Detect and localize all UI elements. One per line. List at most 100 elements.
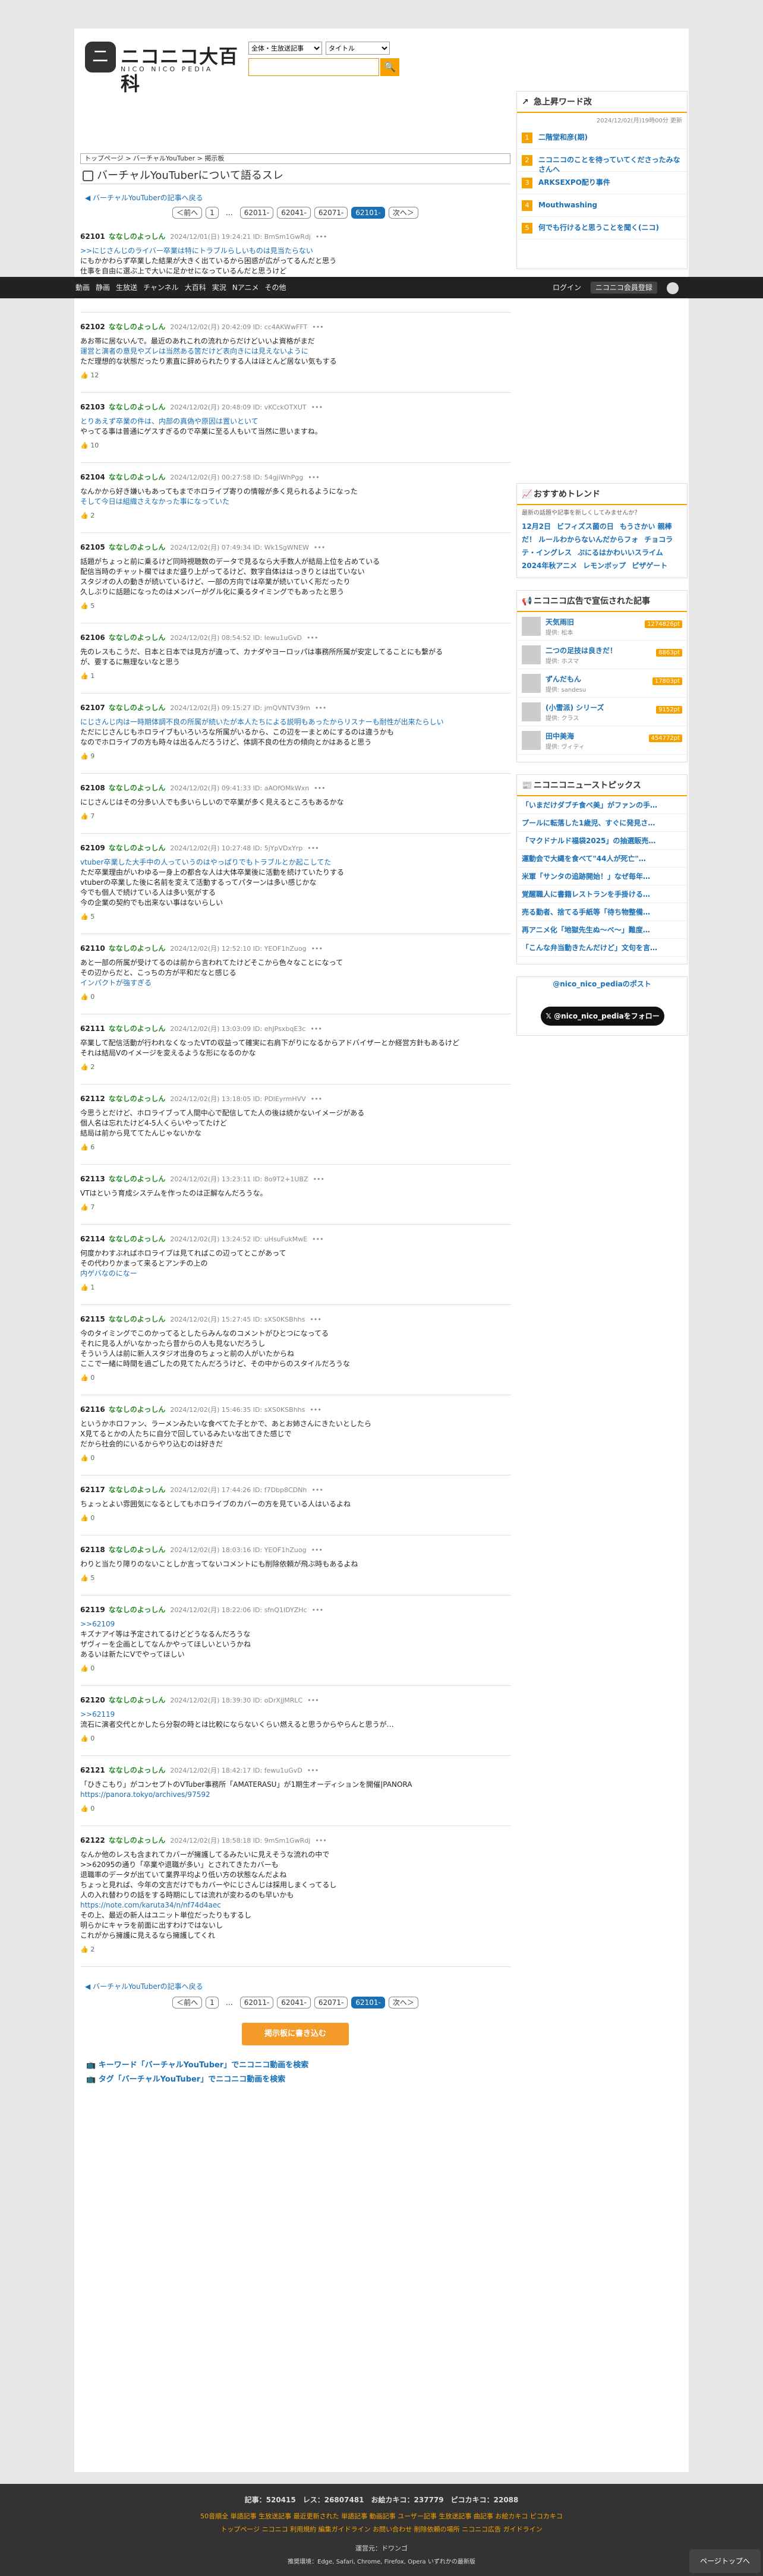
news-item[interactable]: プールに転落した1歳児、すぐに発見さ… <box>517 814 687 832</box>
trend-item[interactable]: レモンボップ <box>583 562 626 570</box>
like-icon[interactable]: 👍 <box>80 1063 90 1071</box>
nav-item[interactable]: その他 <box>264 283 286 292</box>
ad-title[interactable]: 田中美海 <box>546 731 574 741</box>
pager-prev[interactable]: ＜前へ <box>172 207 203 219</box>
pager-next[interactable]: 次へ＞ <box>388 207 418 219</box>
like-icon[interactable]: 👍 <box>80 752 90 760</box>
pager-62041[interactable]: 62041- <box>277 207 311 219</box>
pager-next[interactable]: 次へ＞ <box>388 1997 418 2009</box>
post-menu-icon[interactable]: ••• <box>310 1406 321 1414</box>
post-number[interactable]: 62119 <box>80 1606 105 1614</box>
rank-title[interactable]: Mouthwashing <box>538 200 681 210</box>
post-link[interactable]: 内ゲバなのになー <box>80 1269 510 1279</box>
post-link[interactable]: にじさんじ内は一時期体調不良の所属が続いたが本人たちによる説明もあったからリスナ… <box>80 717 510 727</box>
like-icon[interactable]: 👍 <box>80 1203 90 1211</box>
post-link[interactable]: 運営と演者の意見やズレは当然ある筈だけど表向きには見えないように <box>80 346 510 357</box>
like-icon[interactable]: 👍 <box>80 672 90 680</box>
post-number[interactable]: 62120 <box>80 1696 105 1704</box>
post-like[interactable]: 👍 6 <box>80 1143 510 1151</box>
post-menu-icon[interactable]: ••• <box>315 1837 326 1844</box>
like-icon[interactable]: 👍 <box>80 1454 90 1462</box>
post-number[interactable]: 62112 <box>80 1095 105 1103</box>
post-like[interactable]: 👍 1 <box>80 1284 510 1291</box>
x-title[interactable]: @nico_nico_pediaのポスト <box>517 977 687 991</box>
ad-title[interactable]: (小雪派) シリーズ <box>546 702 604 712</box>
post-like[interactable]: 👍 9 <box>80 752 510 760</box>
rank-item[interactable]: 4 Mouthwashing <box>517 194 687 217</box>
pager-1[interactable]: 1 <box>206 1997 219 2009</box>
nav-item[interactable]: 大百科 <box>185 283 206 292</box>
news-item[interactable]: 運動会で大縄を食べて"44人が死亡"… <box>517 850 687 868</box>
search-link[interactable]: 📺 キーワード「バーチャルYouTuber」でニコニコ動画を検索 <box>86 2058 308 2073</box>
post-like[interactable]: 👍 7 <box>80 812 510 820</box>
search-link-text[interactable]: キーワード「バーチャルYouTuber」でニコニコ動画を検索 <box>99 2061 309 2070</box>
like-icon[interactable]: 👍 <box>80 1574 90 1582</box>
trend-item[interactable]: 12月2日 <box>522 522 551 531</box>
nav-item[interactable]: チャンネル <box>143 283 179 292</box>
like-icon[interactable]: 👍 <box>80 1664 90 1672</box>
post-like[interactable]: 👍 5 <box>80 1574 510 1582</box>
post-number[interactable]: 62102 <box>80 323 105 331</box>
post-menu-icon[interactable]: ••• <box>308 474 319 481</box>
post-like[interactable]: 👍 10 <box>80 442 510 449</box>
post-number[interactable]: 62110 <box>80 944 105 953</box>
post-number[interactable]: 62108 <box>80 784 105 792</box>
like-icon[interactable]: 👍 <box>80 1284 90 1291</box>
post-link[interactable]: vtuber卒業した大手中の人っていうのはやっぱりでもトラブルとか起こしてた <box>80 857 510 868</box>
post-number[interactable]: 62122 <box>80 1836 105 1844</box>
post-link[interactable]: とりあえず卒業の件は、内部の真偽や原因は置いといて <box>80 417 510 427</box>
post-menu-icon[interactable]: ••• <box>311 1546 323 1554</box>
news-item[interactable]: 「マクドナルド福袋2025」の抽選販売… <box>517 832 687 850</box>
news-item[interactable]: 売る勤者、捨てる手紙等「待ち物整備… <box>517 903 687 921</box>
news-item[interactable]: 「いまだけダブチ食べ美」がファンの手… <box>517 796 687 814</box>
like-icon[interactable]: 👍 <box>80 913 90 920</box>
breadcrumb[interactable]: トップページ > バーチャルYouTuber > 掲示板 <box>80 153 510 164</box>
ad-title[interactable]: 天気雨旧 <box>546 617 574 627</box>
post-like[interactable]: 👍 1 <box>80 672 510 680</box>
news-item[interactable]: 「こんな弁当動きたんだけど」文句を言… <box>517 939 687 957</box>
post-number[interactable]: 62118 <box>80 1546 105 1554</box>
like-icon[interactable]: 👍 <box>80 1143 90 1151</box>
post-menu-icon[interactable]: ••• <box>307 1697 319 1704</box>
post-like[interactable]: 👍 0 <box>80 993 510 1001</box>
search-scope-select[interactable]: 全体・生放送記事 <box>248 42 322 55</box>
like-icon[interactable]: 👍 <box>80 993 90 1001</box>
pager-1[interactable]: 1 <box>206 207 219 219</box>
pager-62071[interactable]: 62071- <box>314 207 348 219</box>
pager-62071[interactable]: 62071- <box>314 1997 348 2009</box>
post-like[interactable]: 👍 5 <box>80 602 510 610</box>
ad-item[interactable]: ずんだもん 提供: sandesu 17803pt <box>517 669 687 698</box>
pager-62011[interactable]: 62011- <box>239 207 274 219</box>
post-menu-icon[interactable]: ••• <box>311 403 323 411</box>
like-icon[interactable]: 👍 <box>80 1514 90 1522</box>
search-mode-select[interactable]: タイトル <box>326 42 390 55</box>
pager-62011[interactable]: 62011- <box>239 1997 274 2009</box>
post-menu-icon[interactable]: ••• <box>311 1486 323 1494</box>
post-like[interactable]: 👍 7 <box>80 1203 510 1211</box>
page-top-button[interactable]: ページトップへ <box>689 2549 761 2573</box>
like-icon[interactable]: 👍 <box>80 1805 90 1812</box>
back-to-article-link[interactable]: ◀ バーチャルYouTuberの記事へ戻る <box>85 193 203 203</box>
rank-item[interactable]: 3 ARKSEXPO配り事件 <box>517 172 687 194</box>
post-like[interactable]: 👍 2 <box>80 512 510 519</box>
post-menu-icon[interactable]: ••• <box>314 784 325 792</box>
like-icon[interactable]: 👍 <box>80 1946 90 1953</box>
post-number[interactable]: 62107 <box>80 704 105 712</box>
rank-title[interactable]: 二階堂和彦(期) <box>538 133 681 142</box>
post-number[interactable]: 62113 <box>80 1175 105 1183</box>
post-like[interactable]: 👍 0 <box>80 1374 510 1382</box>
post-number[interactable]: 62114 <box>80 1235 105 1243</box>
post-link[interactable]: https://panora.tokyo/archives/97592 <box>80 1790 510 1800</box>
post-like[interactable]: 👍 0 <box>80 1664 510 1672</box>
post-number[interactable]: 62103 <box>80 403 105 411</box>
nav-item[interactable]: 実況 <box>212 283 226 292</box>
post-link[interactable]: >>62109 <box>80 1619 510 1629</box>
post-like[interactable]: 👍 2 <box>80 1946 510 1953</box>
ad-item[interactable]: (小雪派) シリーズ 提供: クラス 9152pt <box>517 698 687 726</box>
footer-links-1[interactable]: 50音順全 単語記事 生放送記事 最近更新された 単語記事 動画記事 ユーザー記… <box>0 2511 763 2521</box>
like-icon[interactable]: 👍 <box>80 512 90 519</box>
pager-prev[interactable]: ＜前へ <box>172 1997 203 2009</box>
like-icon[interactable]: 👍 <box>80 442 90 449</box>
site-logo[interactable]: ニ ニコニコ大百科 NICO NICO PEDIA <box>85 42 239 95</box>
post-number[interactable]: 62104 <box>80 473 105 481</box>
